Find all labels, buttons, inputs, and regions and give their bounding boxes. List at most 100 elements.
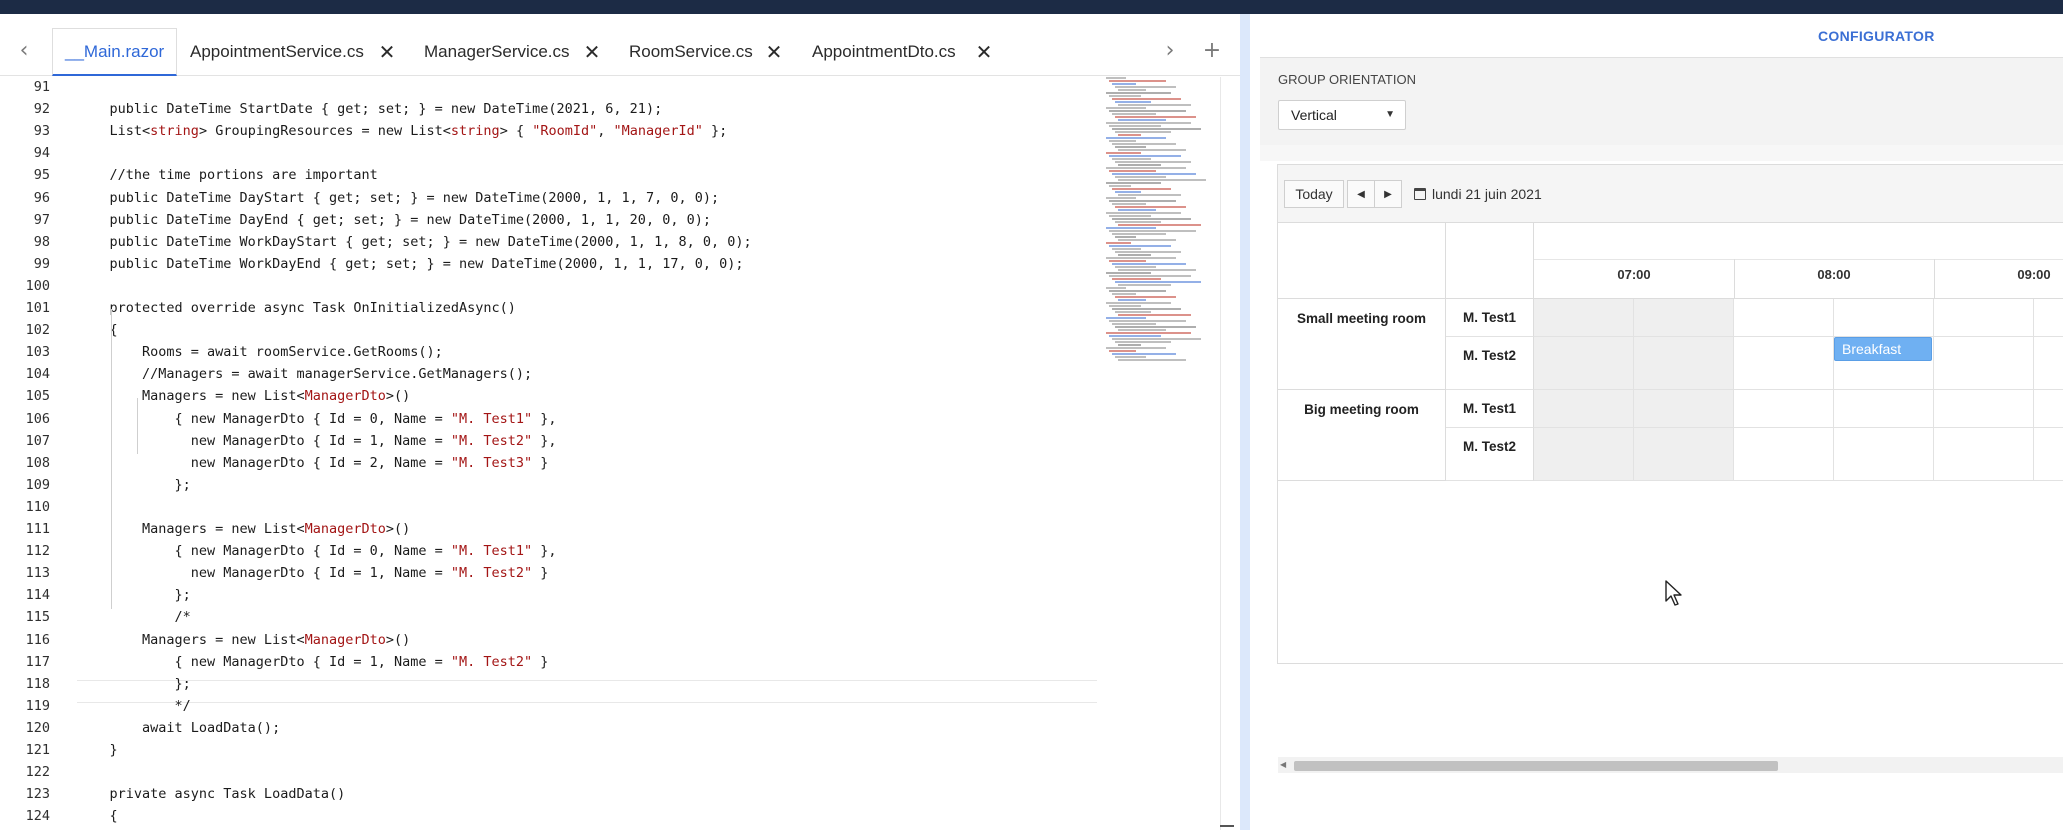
today-button[interactable]: Today — [1284, 180, 1344, 208]
scroll-left-icon[interactable]: ◀ — [1280, 760, 1286, 769]
tabs-scroll-right-button[interactable]: › — [1150, 24, 1190, 76]
time-slot[interactable] — [2034, 390, 2063, 428]
new-tab-button[interactable]: + — [1192, 24, 1232, 76]
minimap-line — [1115, 236, 1136, 238]
close-tab-appointmentdto-button[interactable]: ✕ — [972, 28, 996, 76]
minimap-line — [1106, 197, 1136, 199]
minimap-line — [1106, 257, 1176, 259]
code-line: { — [77, 808, 118, 824]
indent-guide — [111, 309, 112, 609]
time-slot[interactable] — [1534, 299, 1634, 337]
scheduler-horizontal-scrollbar[interactable]: ◀ — [1278, 757, 2063, 773]
time-slot[interactable] — [1634, 390, 1734, 428]
close-icon: ✕ — [378, 40, 396, 64]
minimap-line — [1112, 173, 1196, 175]
minimap-line — [1109, 155, 1181, 157]
time-slot[interactable] — [2034, 299, 2063, 337]
manager-row-label: M. Test1 — [1446, 390, 1534, 428]
time-slot[interactable] — [1734, 299, 1834, 337]
time-slot[interactable] — [1734, 337, 1834, 390]
close-tab-managerservice-button[interactable]: ✕ — [580, 28, 604, 76]
code-line: } — [77, 742, 118, 758]
tab-managerservice[interactable]: ManagerService.cs — [424, 28, 570, 76]
time-slot[interactable] — [1934, 337, 2034, 390]
tab-appointmentdto[interactable]: AppointmentDto.cs — [812, 28, 956, 76]
previous-day-button[interactable]: ◀ — [1347, 180, 1375, 208]
mouse-pointer-icon — [1665, 580, 1682, 606]
time-slot[interactable] — [1934, 428, 2034, 481]
line-number: 114 — [25, 587, 50, 603]
code-text[interactable]: public DateTime StartDate { get; set; } … — [77, 77, 1097, 830]
code-area[interactable]: 91 92 93 94 95 96 97 98 99 100 101 102 103 104 105 106 1… — [0, 77, 1240, 830]
appointment-breakfast[interactable]: Breakfast — [1834, 337, 1932, 361]
minimap-line — [1112, 248, 1141, 250]
time-slot[interactable] — [1834, 299, 1934, 337]
minimap-line — [1118, 254, 1151, 256]
code-line: }; — [77, 676, 191, 692]
configurator-header[interactable]: CONFIGURATOR — [1250, 14, 2063, 56]
time-slot[interactable] — [1734, 390, 1834, 428]
minimap-line — [1106, 212, 1181, 214]
time-slot[interactable] — [1834, 390, 1934, 428]
minimap-line — [1115, 311, 1151, 313]
next-day-button[interactable]: ▶ — [1374, 180, 1402, 208]
code-line: new ManagerDto { Id = 2, Name = "M. Test… — [77, 455, 549, 471]
appointment-title: Breakfast — [1842, 341, 1902, 357]
minimap-line — [1118, 329, 1166, 331]
time-header-divider — [1534, 259, 2063, 260]
tabs-scroll-left-button[interactable]: ‹ — [4, 24, 44, 76]
minimap-line — [1115, 131, 1171, 133]
pane-splitter[interactable] — [1240, 14, 1250, 830]
time-slot[interactable] — [1634, 337, 1734, 390]
dropdown-caret-icon: ▼ — [1385, 109, 1395, 120]
time-slot[interactable] — [1534, 428, 1634, 481]
time-slot[interactable] — [2034, 337, 2063, 390]
close-icon: ✕ — [583, 40, 601, 64]
tab-main-razor[interactable]: __Main.razor — [52, 28, 178, 76]
current-date-label: lundi 21 juin 2021 — [1432, 186, 1542, 202]
scheduler-grid: Small meeting room Big meeting room M. T… — [1278, 299, 2063, 773]
configurator-title[interactable]: CONFIGURATOR — [1818, 28, 1935, 44]
tab-label: AppointmentDto.cs — [812, 42, 956, 61]
time-slot[interactable] — [1634, 428, 1734, 481]
minimap-line — [1109, 80, 1166, 82]
group-orientation-label: GROUP ORIENTATION — [1278, 72, 1416, 87]
minimap-line — [1118, 239, 1176, 241]
minimap-line — [1109, 275, 1191, 277]
close-tab-appointmentservice-button[interactable]: ✕ — [375, 28, 399, 76]
time-slot[interactable] — [1534, 390, 1634, 428]
line-number: 108 — [25, 455, 50, 471]
code-line: public DateTime DayStart { get; set; } =… — [77, 190, 720, 206]
time-slot[interactable] — [1934, 390, 2034, 428]
minimap-line — [1106, 182, 1161, 184]
time-divider — [1734, 259, 1735, 299]
tab-roomservice[interactable]: RoomService.cs — [629, 28, 753, 76]
minimap-line — [1109, 215, 1151, 217]
minimap-line — [1115, 326, 1196, 328]
group-orientation-select[interactable]: Vertical ▼ — [1278, 100, 1406, 130]
editor-vertical-scrollbar[interactable] — [1220, 77, 1234, 830]
time-slot[interactable] — [1634, 299, 1734, 337]
line-number: 115 — [25, 609, 50, 625]
minimap-line — [1112, 338, 1201, 340]
time-slot[interactable] — [1534, 337, 1634, 390]
time-slot[interactable] — [1834, 428, 1934, 481]
time-divider — [1934, 259, 1935, 299]
time-slot[interactable] — [2034, 428, 2063, 481]
date-picker-button[interactable]: lundi 21 juin 2021 — [1414, 180, 1542, 208]
minimap-line — [1118, 179, 1206, 181]
minimap-line — [1112, 113, 1156, 115]
tab-appointmentservice[interactable]: AppointmentService.cs — [190, 28, 364, 76]
time-slot[interactable] — [1934, 299, 2034, 337]
scrollbar-thumb[interactable] — [1294, 761, 1778, 771]
scheduler-toolbar: Today ◀ ▶ lundi 21 juin 2021 — [1278, 165, 2063, 223]
configurator-divider — [1260, 145, 2063, 161]
time-slot[interactable] — [1734, 428, 1834, 481]
minimap-line — [1106, 122, 1191, 124]
minimap-line — [1109, 230, 1196, 232]
room-label: Small meeting room — [1296, 311, 1427, 326]
line-number: 116 — [25, 632, 50, 648]
close-tab-roomservice-button[interactable]: ✕ — [762, 28, 786, 76]
minimap-line — [1115, 266, 1156, 268]
code-minimap[interactable] — [1102, 77, 1220, 377]
